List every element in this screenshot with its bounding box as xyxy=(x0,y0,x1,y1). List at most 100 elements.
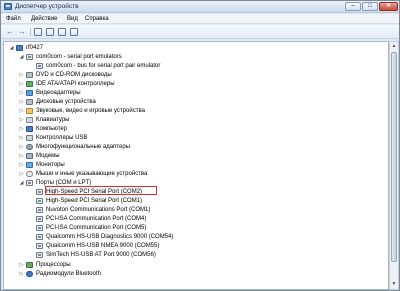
expand-icon[interactable]: ▷ xyxy=(18,153,25,160)
tree-item-modems[interactable]: ▷ Модемы xyxy=(18,152,268,161)
port-icon xyxy=(26,180,33,186)
tree-item-label: com0com - bus for serial port pair emula… xyxy=(46,63,161,69)
tree-item-port-com1[interactable]: High-Speed PCI Serial Port (COM1) xyxy=(28,197,278,206)
menu-view[interactable]: Вид xyxy=(67,15,78,23)
tree-item-label: Многофункциональные адаптеры xyxy=(36,144,130,150)
tree-item-display-adapters[interactable]: ▷ Видеоадаптеры xyxy=(18,89,268,98)
tree-item-port-nuvoton[interactable]: Nuvoton Communications Port (COM1) xyxy=(28,206,278,215)
tree-item-label: Процессоры xyxy=(36,262,71,268)
scroll-down-arrow-icon[interactable]: ▼ xyxy=(390,280,398,289)
menu-file[interactable]: Файл xyxy=(6,15,21,23)
tree-item-label: Qualcomm HS-USB NMEA 9000 (COM55) xyxy=(46,243,160,249)
tree-item-usb-controllers[interactable]: ▷ Контроллеры USB xyxy=(18,134,268,143)
tree-item-label: Контроллеры USB xyxy=(36,135,88,141)
help-icon[interactable] xyxy=(58,28,66,36)
expand-icon[interactable]: ▷ xyxy=(18,99,25,106)
tree-item-label: Модемы xyxy=(36,153,60,159)
expand-icon[interactable]: ▷ xyxy=(18,135,25,142)
tree-root[interactable]: ◢ rf0427 xyxy=(8,44,208,53)
tree-item-multifunction[interactable]: ▷ Многофункциональные адаптеры xyxy=(18,143,268,152)
tree-item-bluetooth[interactable]: ▷ Радиомодули Bluetooth xyxy=(18,270,268,279)
multifunction-adapter-icon xyxy=(26,144,33,150)
close-button[interactable]: ✕ xyxy=(379,2,398,11)
port-icon xyxy=(36,198,43,204)
tree-item-port-com5[interactable]: PCI-ISA Communication Port (COM5) xyxy=(28,224,278,233)
port-icon xyxy=(36,243,43,249)
port-icon xyxy=(26,54,33,60)
modem-icon xyxy=(26,153,33,159)
window-title: Диспетчер устройств xyxy=(15,3,79,10)
disk-drive-icon xyxy=(26,99,33,105)
tree-item-port-com54[interactable]: Qualcomm HS-USB Diagnostics 9000 (COM54) xyxy=(28,233,278,242)
port-icon xyxy=(36,234,43,240)
highlight-annotation xyxy=(45,186,157,195)
computer-icon xyxy=(26,126,33,132)
vertical-scrollbar[interactable]: ▲ ▼ xyxy=(389,41,399,290)
maximize-button[interactable]: □ xyxy=(362,2,378,11)
back-arrow-icon[interactable]: ← xyxy=(5,27,15,37)
tree-item-label: Звуковые, видео и игровые устройства xyxy=(36,108,145,114)
scan-hardware-icon[interactable] xyxy=(70,28,78,36)
minimize-button[interactable]: – xyxy=(345,2,361,11)
tree-item-label: High-Speed PCI Serial Port (COM1) xyxy=(46,198,143,204)
tree-item-port-com4[interactable]: PCI-ISA Communication Port (COM4) xyxy=(28,215,278,224)
computer-icon xyxy=(16,45,23,51)
tree-item-disk-drives[interactable]: ▷ Дисковые устройства xyxy=(18,98,268,107)
title-bar: Диспетчер устройств – □ ✕ xyxy=(1,1,399,13)
device-manager-window: Диспетчер устройств – □ ✕ Файл Действие … xyxy=(0,0,400,291)
port-icon xyxy=(36,252,43,258)
forward-arrow-icon[interactable]: → xyxy=(17,27,27,37)
expand-icon[interactable]: ▷ xyxy=(18,108,25,115)
bluetooth-icon xyxy=(26,271,33,277)
collapse-icon[interactable]: ◢ xyxy=(18,54,25,61)
device-tree[interactable]: ◢ rf0427 ◢ com0com - serial port emulato… xyxy=(3,41,389,290)
expand-icon[interactable]: ▷ xyxy=(18,162,25,169)
tree-item-label: Мониторы xyxy=(36,162,65,168)
tree-item-com0com[interactable]: ◢ com0com - serial port emulators xyxy=(18,53,268,62)
expand-icon[interactable]: ▷ xyxy=(18,126,25,133)
update-driver-icon[interactable] xyxy=(46,28,54,36)
menu-action[interactable]: Действие xyxy=(31,15,57,23)
collapse-icon[interactable]: ◢ xyxy=(18,180,25,187)
tree-item-mice[interactable]: ▷ Мыши и иные указывающие устройства xyxy=(18,170,268,179)
expand-icon[interactable]: ▷ xyxy=(18,144,25,151)
tree-item-label: Клавиатуры xyxy=(36,117,70,123)
expand-icon[interactable]: ▷ xyxy=(18,81,25,88)
tree-root-label: rf0427 xyxy=(26,45,44,51)
expand-icon[interactable]: ▷ xyxy=(18,117,25,124)
port-icon xyxy=(36,189,43,195)
expand-icon[interactable]: ▷ xyxy=(18,262,25,269)
expand-icon[interactable]: ▷ xyxy=(18,171,25,178)
scroll-up-arrow-icon[interactable]: ▲ xyxy=(390,42,398,51)
menu-bar: Файл Действие Вид Справка xyxy=(1,14,399,24)
tree-item-label: Qualcomm HS-USB Diagnostics 9000 (COM54) xyxy=(46,234,174,240)
tree-item-port-com56[interactable]: SimTech HS-USB AT Port 9000 (COM56) xyxy=(28,251,278,260)
device-manager-icon xyxy=(4,3,12,10)
tree-item-label: Мыши и иные указывающие устройства xyxy=(36,171,148,177)
tree-item-ide[interactable]: ▷ IDE ATA/ATAPI контроллеры xyxy=(18,80,268,89)
tree-item-com0com-bus[interactable]: com0com - bus for serial port pair emula… xyxy=(28,62,278,71)
tree-item-dvd[interactable]: ▷ DVD и CD-ROM дисководы xyxy=(18,71,268,80)
tree-item-computer[interactable]: ▷ Компьютер xyxy=(18,125,268,134)
tree-item-port-com55[interactable]: Qualcomm HS-USB NMEA 9000 (COM55) xyxy=(28,242,278,251)
tree-item-label: Радиомодули Bluetooth xyxy=(36,271,101,277)
tree-item-processors[interactable]: ▷ Процессоры xyxy=(18,261,268,270)
collapse-icon[interactable]: ◢ xyxy=(8,45,15,52)
dvd-drive-icon xyxy=(26,72,33,78)
scroll-thumb[interactable] xyxy=(391,52,397,262)
port-icon xyxy=(36,207,43,213)
expand-icon[interactable]: ▷ xyxy=(18,72,25,79)
expand-icon[interactable]: ▷ xyxy=(18,271,25,278)
monitor-icon xyxy=(26,162,33,168)
ide-controller-icon xyxy=(26,81,33,87)
port-icon xyxy=(36,216,43,222)
expand-icon[interactable]: ▷ xyxy=(18,90,25,97)
tree-item-sound[interactable]: ▷ Звуковые, видео и игровые устройства xyxy=(18,107,268,116)
tree-item-label: PCI-ISA Communication Port (COM5) xyxy=(46,225,147,231)
properties-icon[interactable] xyxy=(34,28,42,36)
tree-item-monitors[interactable]: ▷ Мониторы xyxy=(18,161,268,170)
port-icon xyxy=(36,225,43,231)
menu-help[interactable]: Справка xyxy=(85,15,109,23)
tree-item-keyboards[interactable]: ▷ Клавиатуры xyxy=(18,116,268,125)
tree-item-label: DVD и CD-ROM дисководы xyxy=(36,72,112,78)
